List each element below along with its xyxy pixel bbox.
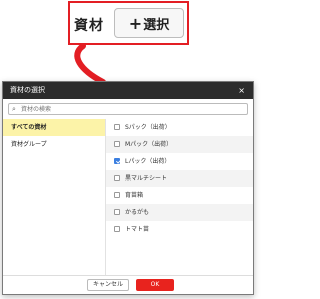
cancel-button[interactable]: キャンセル bbox=[87, 279, 129, 291]
category-all-materials[interactable]: すべての資材 bbox=[3, 119, 105, 136]
list-item[interactable]: Lパック（出荷） bbox=[106, 153, 253, 170]
item-label: かるがも bbox=[125, 209, 150, 216]
dialog-header: 資材の選択 × bbox=[3, 82, 253, 99]
checkbox[interactable] bbox=[114, 141, 120, 147]
search-icon: ⌕ bbox=[12, 105, 16, 113]
checkbox[interactable] bbox=[114, 209, 120, 215]
dialog-footer: キャンセル OK bbox=[3, 275, 253, 294]
item-label: 黒マルチシート bbox=[125, 175, 168, 182]
item-label: トマト苗 bbox=[125, 226, 150, 233]
category-label: すべての資材 bbox=[11, 124, 47, 131]
dialog-title: 資材の選択 bbox=[10, 86, 45, 94]
material-list: Sパック（出荷） Mパック（出荷） Lパック（出荷） 黒マルチシート 育苗箱 か… bbox=[106, 119, 253, 277]
list-item[interactable]: 育苗箱 bbox=[106, 187, 253, 204]
checkbox[interactable] bbox=[114, 124, 120, 130]
checkbox[interactable] bbox=[114, 192, 120, 198]
list-item[interactable]: Mパック（出荷） bbox=[106, 136, 253, 153]
category-material-groups[interactable]: 資材グループ bbox=[3, 136, 105, 153]
close-icon[interactable]: × bbox=[238, 82, 245, 99]
checkbox[interactable] bbox=[114, 175, 120, 181]
search-box: ⌕ bbox=[8, 103, 248, 115]
checkbox-checked[interactable] bbox=[114, 158, 120, 164]
ok-button[interactable]: OK bbox=[136, 279, 174, 291]
list-item[interactable]: 黒マルチシート bbox=[106, 170, 253, 187]
list-item[interactable]: トマト苗 bbox=[106, 221, 253, 238]
list-item[interactable]: かるがも bbox=[106, 204, 253, 221]
item-label: 育苗箱 bbox=[125, 192, 144, 199]
category-list: すべての資材 資材グループ bbox=[3, 119, 106, 277]
item-label: Sパック（出荷） bbox=[125, 124, 171, 131]
item-label: Mパック（出荷） bbox=[125, 141, 173, 148]
search-input[interactable] bbox=[21, 104, 241, 114]
list-item[interactable]: Sパック（出荷） bbox=[106, 119, 253, 136]
category-label: 資材グループ bbox=[11, 141, 47, 148]
material-select-dialog: 資材の選択 × ⌕ すべての資材 資材グループ Sパック（出荷） Mパック（出荷… bbox=[2, 81, 254, 295]
checkbox[interactable] bbox=[114, 226, 120, 232]
item-label: Lパック（出荷） bbox=[125, 158, 171, 165]
